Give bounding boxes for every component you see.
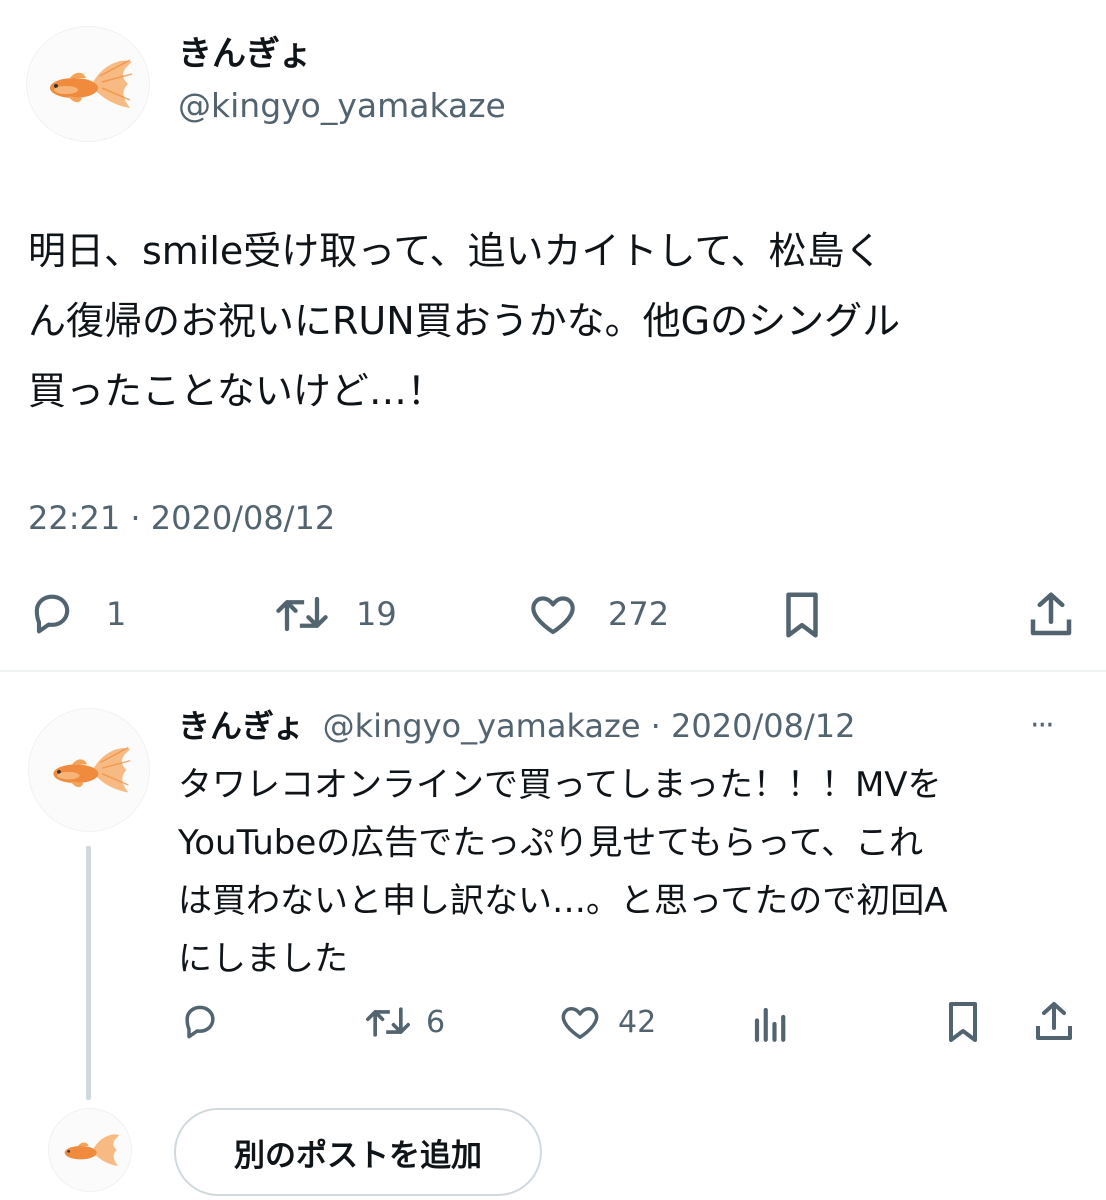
bookmark-icon — [949, 1002, 977, 1042]
add-post-button[interactable]: 別のポストを追加 — [174, 1108, 542, 1196]
timestamp[interactable]: 22:21 · 2020/08/12 — [28, 496, 335, 540]
add-post-label: 別のポストを追加 — [234, 1137, 482, 1174]
like-count: 272 — [608, 595, 670, 633]
tweet-text-line: 明日、smile受け取って、追いカイトして、松島く — [28, 229, 883, 273]
share-button[interactable] — [1030, 998, 1078, 1046]
avatar[interactable] — [26, 26, 150, 142]
goldfish-avatar — [53, 746, 131, 793]
like-count: 42 — [618, 1004, 657, 1040]
bookmark-button[interactable] — [778, 588, 826, 642]
thread-line — [86, 846, 91, 1100]
share-icon — [1030, 592, 1072, 636]
avatar — [48, 1108, 132, 1192]
repost-icon — [276, 596, 328, 632]
tweet-text: 明日、smile受け取って、追いカイトして、松島く ん復帰のお祝いにRUN買おう… — [28, 216, 900, 426]
tweet-text-line: 買ったことないけど…！ — [28, 369, 445, 413]
reply-header: きんぎょ @kingyo_yamakaze · 2020/08/12 — [178, 704, 855, 748]
avatar[interactable] — [28, 708, 150, 832]
like-button[interactable]: 42 — [556, 1000, 656, 1044]
display-name[interactable]: きんぎょ — [178, 32, 312, 76]
views-icon — [754, 1007, 786, 1042]
share-icon — [1036, 1002, 1072, 1040]
like-button[interactable]: 272 — [526, 588, 669, 640]
views-button[interactable] — [750, 1002, 792, 1046]
tweet-text-line: YouTubeの広告でたっぷり見せてもらって、これ — [178, 823, 924, 863]
reply-button[interactable]: 1 — [26, 588, 126, 640]
divider — [0, 670, 1106, 672]
handle[interactable]: @kingyo_yamakaze — [323, 707, 641, 745]
date[interactable]: 2020/08/12 — [671, 707, 855, 745]
separator: · — [650, 707, 661, 745]
repost-count: 19 — [356, 595, 397, 633]
reply-icon — [185, 1005, 215, 1039]
reply-button[interactable] — [178, 1000, 232, 1044]
tweet-text-line: にしました — [178, 939, 348, 979]
goldfish-avatar — [64, 1134, 120, 1166]
tweet-text-line: は買わないと申し訳ない…。と思ってたので初回A — [178, 881, 948, 921]
bookmark-button[interactable] — [942, 998, 984, 1046]
tweet-text-line: ん復帰のお祝いにRUN買おうかな。他Gのシングル — [28, 299, 901, 343]
repost-button[interactable]: 19 — [272, 588, 397, 640]
reply-icon — [34, 594, 70, 634]
repost-button[interactable]: 6 — [362, 1000, 445, 1044]
share-button[interactable] — [1024, 588, 1078, 642]
goldfish-avatar — [50, 59, 133, 108]
like-icon — [561, 1007, 599, 1039]
bookmark-icon — [786, 592, 818, 638]
more-icon[interactable]: ··· — [1030, 704, 1055, 748]
handle[interactable]: @kingyo_yamakaze — [178, 84, 506, 128]
display-name[interactable]: きんぎょ — [178, 707, 304, 745]
repost-icon — [366, 1007, 410, 1037]
tweet-text: タワレコオンラインで買ってしまった！！！MVを YouTubeの広告でたっぷり見… — [178, 756, 948, 988]
like-icon — [531, 596, 575, 635]
reply-count: 1 — [106, 595, 127, 633]
repost-count: 6 — [426, 1004, 446, 1040]
tweet-text-line: タワレコオンラインで買ってしまった！！！MVを — [178, 765, 942, 805]
